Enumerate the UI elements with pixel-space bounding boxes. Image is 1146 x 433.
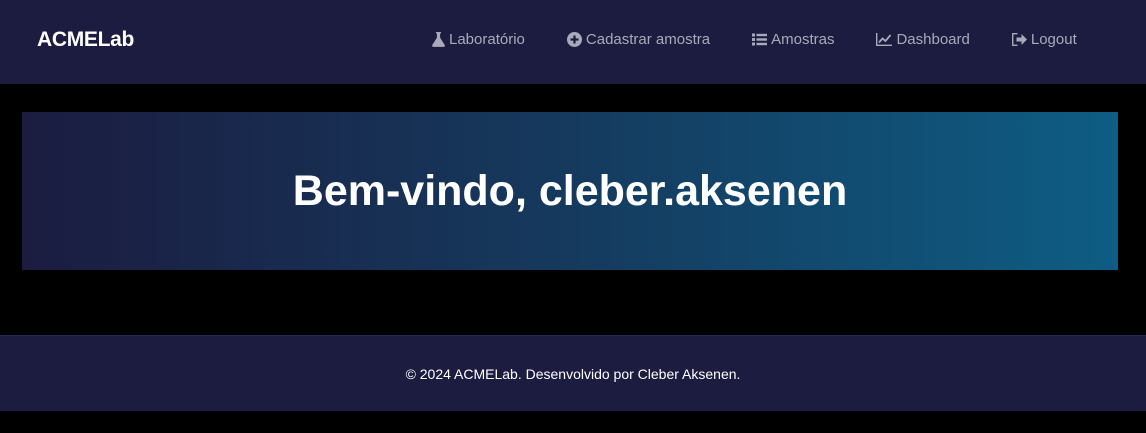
nav-item-amostras[interactable]: Amostras [752,31,834,48]
nav-item-label: Amostras [771,31,835,48]
nav-item-label: Logout [1030,31,1077,48]
chart-line-icon [876,33,893,46]
navbar: ACMELab Laboratório Cadastrar amostra Am… [0,0,1146,84]
list-icon [752,33,768,46]
sign-out-icon [1011,33,1027,46]
nav-item-label: Laboratório [449,31,525,48]
nav-item-laboratorio[interactable]: Laboratório [432,31,525,48]
welcome-title: Bem-vindo, cleber.aksenen [292,166,848,215]
nav-item-dashboard[interactable]: Dashboard [876,31,970,48]
welcome-banner: Bem-vindo, cleber.aksenen [22,112,1118,270]
plus-circle-icon [566,32,582,47]
nav-item-logout[interactable]: Logout [1011,31,1077,48]
nav-menu: Laboratório Cadastrar amostra Amostras D… [432,31,1077,48]
nav-item-cadastrar-amostra[interactable]: Cadastrar amostra [566,31,711,48]
footer-copyright: © 2024 ACMELab. Desenvolvido por Cleber … [405,365,741,382]
footer: © 2024 ACMELab. Desenvolvido por Cleber … [0,335,1146,411]
nav-item-label: Dashboard [896,31,970,48]
nav-item-label: Cadastrar amostra [585,31,711,48]
flask-icon [432,32,445,47]
brand-logo-link[interactable]: ACMELab [37,28,134,52]
